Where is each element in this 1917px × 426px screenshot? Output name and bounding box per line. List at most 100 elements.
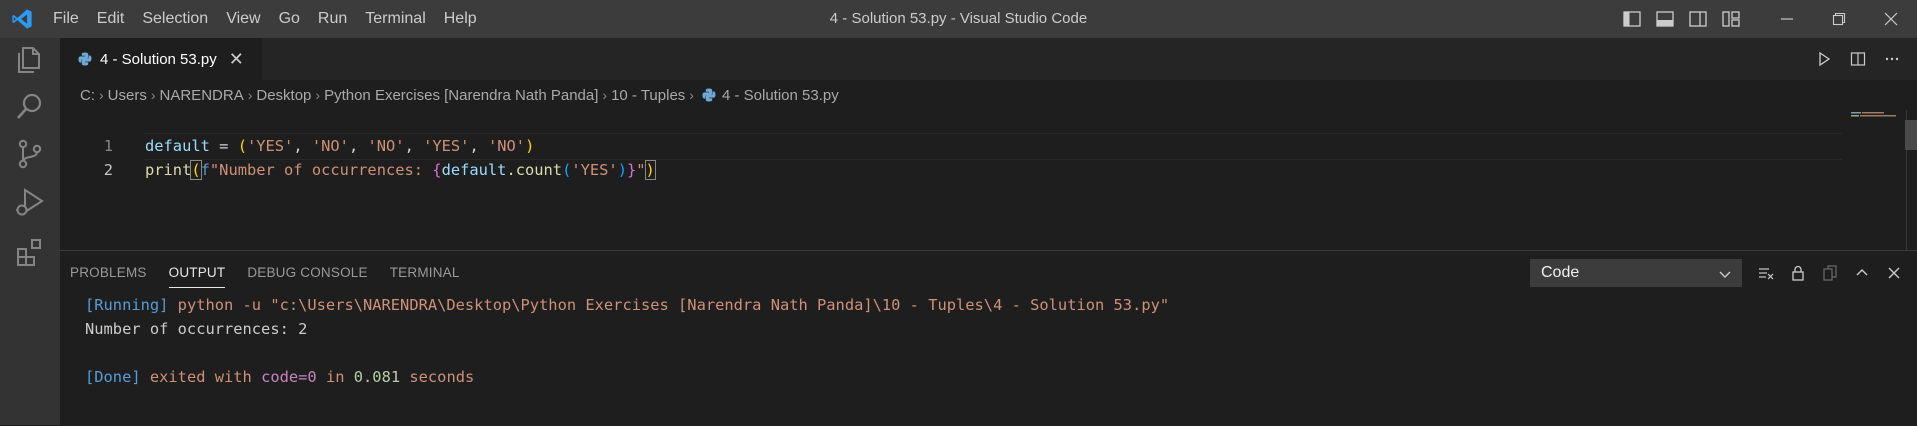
editor-scrollbar[interactable]	[1905, 120, 1917, 150]
chevron-right-icon: ›	[247, 87, 253, 103]
menu-run[interactable]: Run	[309, 0, 356, 38]
breadcrumb-file[interactable]: 4 - Solution 53.py	[722, 87, 839, 104]
output-line-done: [Done] exited with code=0 in 0.081 secon…	[85, 365, 1169, 389]
chevron-right-icon: ›	[99, 87, 104, 103]
extensions-icon[interactable]	[14, 236, 46, 268]
chevron-right-icon: ›	[689, 87, 694, 103]
menu-file[interactable]: File	[44, 0, 88, 38]
breadcrumb-item[interactable]: 10 - Tuples	[611, 87, 685, 104]
chevron-right-icon: ›	[602, 87, 608, 103]
editor-actions	[1807, 38, 1917, 80]
code-token: ,	[469, 137, 488, 155]
code-token: "Number of occurrences:	[209, 161, 433, 179]
title-controls	[1615, 0, 1917, 38]
output-line-result: Number of occurrences: 2	[85, 320, 308, 338]
code-editor[interactable]: 1 default = ('YES', 'NO', 'NO', 'YES', 'N…	[60, 110, 1917, 250]
split-editor-icon[interactable]	[1841, 38, 1875, 80]
breadcrumb-item[interactable]: C:	[80, 87, 95, 104]
breadcrumb-item[interactable]: Python Exercises [Narendra Nath Panda]	[324, 87, 598, 104]
code-token: }	[626, 161, 637, 179]
copy-icon[interactable]	[1814, 259, 1846, 287]
customize-layout-icon[interactable]	[1714, 0, 1747, 38]
tab-solution-53[interactable]: 4 - Solution 53.py ✕	[60, 38, 262, 80]
code-token: {	[432, 161, 442, 179]
activity-bar	[0, 38, 60, 425]
panel-actions	[1750, 259, 1910, 287]
done-tag: [Done]	[85, 368, 141, 386]
tab-debug-console[interactable]: DEBUG CONSOLE	[237, 251, 379, 295]
output-channel-value: Code	[1541, 264, 1580, 281]
chevron-down-icon	[1719, 271, 1731, 278]
toggle-primary-sidebar-icon[interactable]	[1615, 0, 1648, 38]
vscode-logo-icon	[12, 9, 32, 29]
tab-terminal[interactable]: TERMINAL	[380, 251, 472, 295]
code-token: )	[644, 160, 656, 180]
tab-close-icon[interactable]: ✕	[229, 49, 244, 70]
code-token: 'NO'	[311, 137, 349, 155]
toggle-secondary-sidebar-icon[interactable]	[1681, 0, 1714, 38]
source-control-icon[interactable]	[14, 138, 46, 170]
menu-edit[interactable]: Edit	[88, 0, 134, 38]
run-icon[interactable]	[1807, 38, 1841, 80]
tab-problems[interactable]: PROBLEMS	[60, 251, 159, 295]
code-line-1: 1 default = ('YES', 'NO', 'NO', 'YES', 'N…	[60, 110, 535, 155]
menu-selection[interactable]: Selection	[133, 0, 217, 38]
code-token: default	[441, 161, 507, 179]
breadcrumb-item[interactable]: NARENDRA	[160, 87, 244, 104]
elapsed-time: 0.081	[353, 368, 401, 386]
panel-tabs: PROBLEMS OUTPUT DEBUG CONSOLE TERMINAL	[60, 251, 472, 295]
menu-help[interactable]: Help	[435, 0, 486, 38]
maximize-panel-icon[interactable]	[1846, 259, 1878, 287]
code-token: count	[515, 161, 563, 179]
code-token: (	[562, 161, 572, 179]
breadcrumb-item[interactable]: Desktop	[256, 87, 311, 104]
close-panel-icon[interactable]	[1878, 259, 1910, 287]
output-log[interactable]: [Running] python -u "c:\Users\NARENDRA\D…	[85, 293, 1169, 389]
breadcrumb: C: › Users › NARENDRA › Desktop › Python…	[60, 80, 1917, 110]
menu-go[interactable]: Go	[270, 0, 309, 38]
code-token: print	[145, 161, 192, 179]
restore-icon[interactable]	[1813, 0, 1865, 38]
code-token: 'NO'	[488, 137, 526, 155]
code-token: default	[145, 137, 210, 155]
code-token: 'YES'	[246, 137, 294, 155]
code-token: =	[209, 137, 238, 155]
close-icon[interactable]	[1865, 0, 1917, 38]
title-bar: File Edit Selection View Go Run Terminal…	[0, 0, 1917, 38]
chevron-right-icon: ›	[150, 87, 156, 103]
toggle-panel-icon[interactable]	[1648, 0, 1681, 38]
code-token: 'NO'	[367, 137, 405, 155]
lock-icon[interactable]	[1782, 259, 1814, 287]
code-token: 'YES'	[423, 137, 470, 155]
exit-text: exited with	[140, 368, 262, 386]
code-token: (	[237, 137, 247, 155]
output-channel-select[interactable]: Code	[1530, 259, 1742, 287]
running-tag: [Running]	[85, 296, 169, 314]
menu-view[interactable]: View	[217, 0, 269, 38]
bottom-panel: PROBLEMS OUTPUT DEBUG CONSOLE TERMINAL C…	[60, 250, 1917, 426]
explorer-icon[interactable]	[14, 44, 46, 76]
code-token: ,	[404, 137, 424, 155]
clear-output-icon[interactable]	[1750, 259, 1782, 287]
minimize-icon[interactable]	[1761, 0, 1813, 38]
editor-tab-bar: 4 - Solution 53.py ✕	[60, 38, 1917, 80]
line-number: 2	[103, 161, 113, 179]
tab-output[interactable]: OUTPUT	[159, 251, 238, 295]
breadcrumb-item[interactable]: Users	[108, 87, 147, 104]
search-icon[interactable]	[14, 90, 46, 122]
run-command: python -u "c:\Users\NARENDRA\Desktop\Pyt…	[168, 296, 1170, 314]
chevron-right-icon: ›	[315, 87, 321, 103]
code-token: "	[636, 161, 646, 179]
more-actions-icon[interactable]	[1875, 38, 1909, 80]
minimap[interactable]	[1849, 110, 1909, 130]
menu-bar: File Edit Selection View Go Run Terminal…	[44, 0, 486, 38]
tab-label: 4 - Solution 53.py	[100, 50, 217, 68]
menu-terminal[interactable]: Terminal	[356, 0, 434, 38]
run-debug-icon[interactable]	[14, 186, 46, 218]
output-line-blank	[85, 341, 1169, 365]
code-token: )	[617, 161, 627, 179]
code-token: ,	[348, 137, 368, 155]
code-token: .	[506, 161, 516, 179]
code-token: f	[200, 161, 210, 179]
code-token: (	[190, 160, 202, 180]
